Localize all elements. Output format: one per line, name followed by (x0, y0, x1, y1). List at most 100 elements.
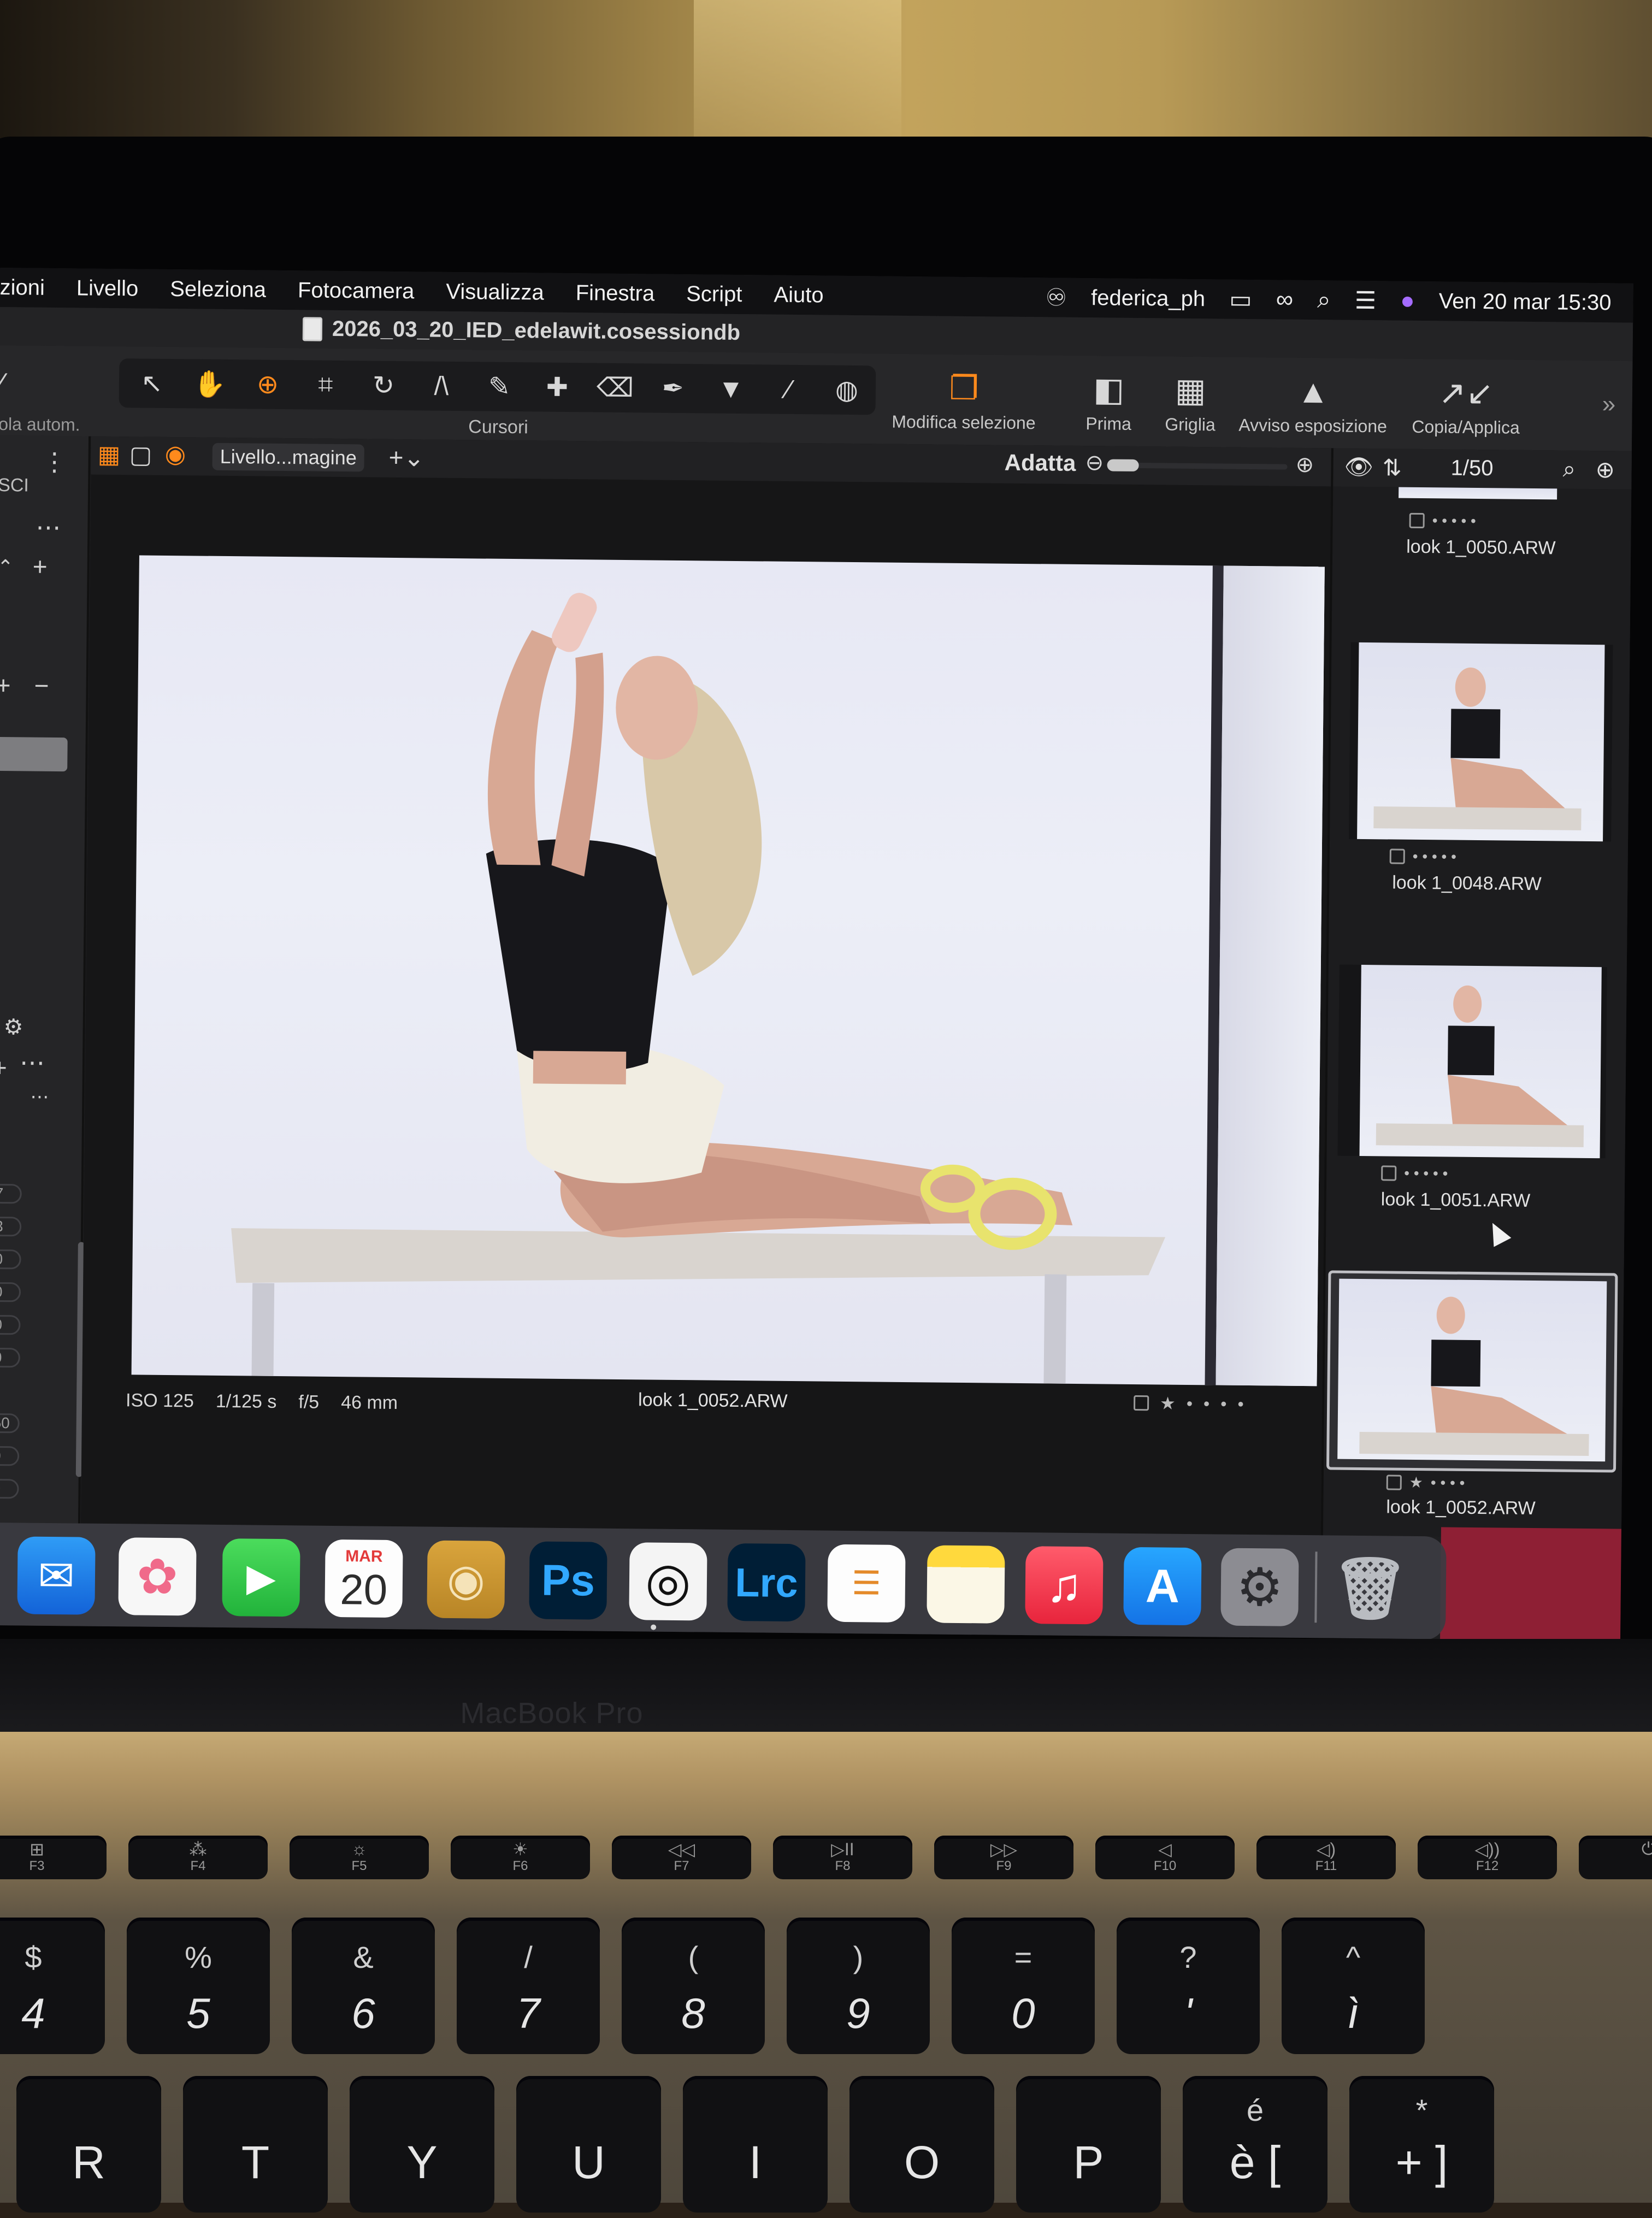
notes-icon[interactable] (927, 1545, 1005, 1624)
spotlight-search-icon[interactable]: ⌕ (1317, 286, 1331, 314)
more-dots-icon[interactable]: ⋯ (20, 1047, 45, 1077)
before-button[interactable]: ◧ Prima (1085, 365, 1132, 434)
keyboard-key[interactable]: U (516, 2076, 661, 2213)
add-layer-dropdown-icon[interactable]: +⌄ (388, 443, 424, 473)
hand-pan-icon[interactable]: ✋ (187, 364, 233, 403)
keyboard-key[interactable]: ? ' (1117, 1918, 1260, 2054)
menu-livello[interactable]: Livello (76, 276, 139, 301)
main-photo[interactable] (131, 555, 1325, 1387)
value-field[interactable]: 0 (0, 1478, 19, 1499)
keyboard-key[interactable]: Y (350, 2076, 494, 2213)
rating-dot[interactable]: • (1237, 1394, 1244, 1414)
music-icon[interactable]: ♫ (1025, 1546, 1104, 1625)
select-arrow-icon[interactable]: ↖ (129, 364, 175, 403)
keyboard-key[interactable]: ☀ F6 (451, 1836, 590, 1879)
rating-dot[interactable]: • (1203, 1394, 1210, 1414)
photoshop-icon[interactable]: Ps (529, 1541, 607, 1620)
add-icon[interactable]: + (32, 552, 48, 581)
select-checkbox[interactable] (1134, 1395, 1149, 1411)
menu-visualizza[interactable]: Visualizza (446, 279, 544, 305)
keyboard-key[interactable]: ^ ì (1282, 1918, 1425, 2054)
zoom-out-icon[interactable]: ⊖ (1085, 450, 1104, 475)
select-checkbox[interactable] (1386, 1474, 1402, 1490)
grid-view-icon[interactable]: ▦ (97, 441, 120, 469)
keyboard-key[interactable]: é è [ (1183, 2076, 1328, 2213)
gear-icon[interactable]: ⚙ (3, 1014, 23, 1040)
keyboard-key[interactable]: ◁)) F12 (1418, 1836, 1557, 1879)
keyboard-key[interactable]: $4 (0, 1918, 105, 2054)
select-checkbox[interactable] (1381, 1165, 1397, 1181)
mail-icon[interactable]: ✉ (17, 1536, 96, 1615)
value-field[interactable]: 50 (0, 1413, 20, 1434)
photos-icon[interactable]: ✿ (118, 1537, 197, 1616)
thumbnail-partial[interactable] (1399, 487, 1557, 500)
keyboard-key[interactable]: /7 (457, 1918, 600, 2054)
magic-wand-icon[interactable]: ⁄ (0, 367, 4, 400)
rotate-icon[interactable]: ↻ (361, 366, 407, 405)
lightroom-classic-icon[interactable]: Lrc (727, 1543, 806, 1622)
keyboard-key[interactable]: = 0 (952, 1918, 1095, 2054)
value-field[interactable]: 0 (0, 1446, 20, 1466)
sort-icon[interactable]: ⇅ (1382, 454, 1402, 481)
color-picker-icon[interactable]: ◍ (824, 370, 870, 409)
layer-selector[interactable]: Livello...magine (212, 443, 365, 472)
menu-item[interactable]: zioni (0, 275, 45, 300)
value-field[interactable]: 0 (0, 1282, 21, 1302)
eraser-icon[interactable]: ⌫ (592, 368, 639, 407)
keyboard-key[interactable]: T (183, 2076, 328, 2213)
battery-icon[interactable]: ▭ (1229, 285, 1252, 313)
zoom-slider[interactable] (1107, 459, 1288, 472)
keyboard-key[interactable]: ▷▷ F9 (934, 1836, 1073, 1879)
keyboard-key[interactable]: I (683, 2076, 828, 2213)
thumbnail[interactable] (1337, 964, 1607, 1159)
keyboard-key[interactable]: ◁ F10 (1095, 1836, 1235, 1879)
link-icon[interactable]: ∞ (1276, 286, 1293, 313)
app-store-icon[interactable]: A (1123, 1547, 1202, 1626)
calendar-icon[interactable]: MAR 20 (324, 1539, 403, 1618)
zoom-browser-icon[interactable]: ⊕ (1595, 456, 1615, 483)
user-name[interactable]: federica_ph (1091, 286, 1205, 311)
keyboard-key[interactable]: % 5 (127, 1918, 270, 2054)
keyboard-key[interactable]: ☼ F5 (290, 1836, 429, 1879)
more-dots-icon[interactable]: ⋯ (36, 512, 61, 542)
gradient-icon[interactable]: ∕ (766, 370, 812, 409)
eye-view-icon[interactable]: ◉ (164, 440, 186, 468)
keyboard-key[interactable]: ⊞ F3 (0, 1836, 107, 1879)
star-icon[interactable]: ★ (1160, 1393, 1176, 1413)
add-adjustment-icon[interactable]: + (0, 1053, 7, 1082)
select-checkbox[interactable] (1389, 848, 1405, 864)
menu-seleziona[interactable]: Seleziona (170, 276, 266, 302)
rating-dot[interactable]: • (1187, 1393, 1193, 1413)
keyboard-key[interactable]: ) 9 (787, 1918, 930, 2054)
select-checkbox[interactable] (1409, 512, 1425, 529)
zoom-slider-handle[interactable] (1107, 459, 1139, 472)
value-field[interactable]: 3 (0, 1216, 22, 1237)
stepper-icon[interactable]: ⌃ (0, 556, 14, 579)
grid-button[interactable]: ▦ Griglia (1165, 366, 1216, 435)
crop-icon[interactable]: ⌗ (303, 365, 349, 404)
exposure-warning-button[interactable]: ▲ Avviso esposizione (1238, 367, 1388, 437)
keyboard-key[interactable]: P (1016, 2076, 1161, 2213)
brush-icon[interactable]: ✎ (476, 367, 523, 406)
zoom-icon[interactable]: ⊕ (245, 365, 291, 404)
thumbnail[interactable] (1349, 642, 1613, 842)
add-layer-icon[interactable]: + (0, 670, 11, 700)
facetime-icon[interactable]: ▶ (222, 1538, 300, 1617)
edit-selection-button[interactable]: ❐ Modifica selezione (892, 364, 1036, 434)
keyboard-key[interactable]: & 6 (292, 1918, 435, 2054)
fill-icon[interactable]: ▼ (708, 369, 754, 408)
control-center-icon[interactable]: ☰ (1354, 286, 1376, 314)
reminders-icon[interactable]: ☰ (827, 1544, 906, 1623)
contacts-icon[interactable]: ◉ (427, 1540, 505, 1619)
search-icon[interactable]: ⌕ (1562, 456, 1576, 482)
creative-cloud-icon[interactable]: ♾ (1045, 284, 1067, 311)
clock[interactable]: Ven 20 mar 15:30 (1439, 289, 1612, 315)
value-field[interactable]: 0 (0, 1347, 21, 1368)
keyboard-key[interactable]: ◁◁ F7 (612, 1836, 751, 1879)
siri-icon[interactable]: ● (1400, 287, 1415, 315)
healing-icon[interactable]: ✚ (534, 368, 581, 406)
menu-script[interactable]: Script (686, 282, 742, 307)
more-chevron-icon[interactable]: » (1602, 391, 1616, 418)
kebab-menu-icon[interactable]: ⋮ (42, 447, 67, 476)
trash-icon[interactable]: 🗑 (1331, 1549, 1409, 1627)
